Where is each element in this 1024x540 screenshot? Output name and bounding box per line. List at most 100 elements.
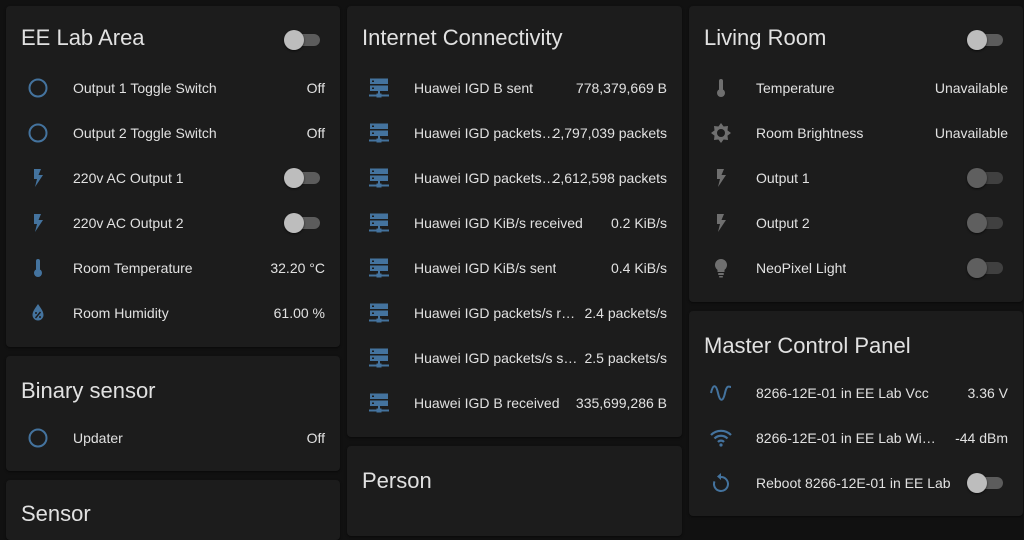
220v-ac-output-1-toggle[interactable] (284, 168, 320, 188)
entity-name: 8266-12E-01 in EE Lab WiFi Sig… (756, 430, 944, 446)
entity-row-8266-wifi-signal[interactable]: 8266-12E-01 in EE Lab WiFi Sig… -44 dBm (689, 418, 1023, 458)
entity-row-huawei-igd-kibs-sent[interactable]: Huawei IGD KiB/s sent 0.4 KiB/s (347, 248, 682, 288)
entity-name: Room Humidity (73, 305, 169, 321)
brightness-icon (709, 121, 733, 145)
entity-state: 2.5 packets/s (584, 350, 668, 366)
server-network-icon (367, 301, 391, 325)
entity-state: 2,797,039 packets (552, 125, 667, 141)
server-network-icon (367, 121, 391, 145)
entity-name: Huawei IGD KiB/s received (414, 215, 583, 231)
entity-row-output-1: Output 1 (689, 158, 1023, 198)
entity-row-output-1-toggle-switch[interactable]: Output 1 Toggle Switch Off (6, 68, 340, 108)
entity-name: Updater (73, 430, 123, 446)
entity-name: 8266-12E-01 in EE Lab Vcc (756, 385, 929, 401)
entity-name: Huawei IGD packets/s sent (414, 350, 582, 366)
card-living-room: Living Room Temperature Unavailable Room… (689, 6, 1023, 302)
220v-ac-output-2-toggle[interactable] (284, 213, 320, 233)
entity-name: Huawei IGD packets r… (414, 125, 559, 141)
entity-row-room-temperature[interactable]: Room Temperature 32.20 °C (6, 248, 340, 288)
entity-state: 61.00 % (273, 305, 325, 321)
entity-state: Off (306, 80, 325, 96)
card-internet-connectivity: Internet Connectivity Huawei IGD B sent … (347, 6, 682, 437)
entity-row-220v-ac-output-1: 220v AC Output 1 (6, 158, 340, 198)
entity-state: 0.2 KiB/s (610, 215, 667, 231)
card-person: Person (347, 446, 682, 536)
entity-name: Output 2 Toggle Switch (73, 125, 217, 141)
server-network-icon (367, 211, 391, 235)
entity-name: NeoPixel Light (756, 260, 847, 276)
entity-row-reboot-8266: Reboot 8266-12E-01 in EE Lab (689, 463, 1023, 503)
thermometer-icon (709, 76, 733, 100)
entity-name: Reboot 8266-12E-01 in EE Lab (756, 475, 951, 491)
sine-wave-icon (709, 381, 733, 405)
entity-name: Temperature (756, 80, 835, 96)
entity-state: Off (306, 430, 325, 446)
circle-outline-icon (26, 426, 50, 450)
server-network-icon (367, 256, 391, 280)
entity-name: 220v AC Output 1 (73, 170, 184, 186)
entity-state: 2,612,598 packets (552, 170, 667, 186)
water-percent-icon (26, 301, 50, 325)
server-network-icon (367, 346, 391, 370)
card-title: Master Control Panel (704, 333, 911, 358)
ee-lab-area-master-toggle[interactable] (284, 30, 320, 50)
entity-state: 778,379,669 B (575, 80, 667, 96)
entity-row-huawei-igd-b-received[interactable]: Huawei IGD B received 335,699,286 B (347, 383, 682, 423)
entity-row-room-humidity[interactable]: Room Humidity 61.00 % (6, 293, 340, 333)
card-title: Sensor (21, 501, 91, 526)
output-1-toggle[interactable] (967, 168, 1003, 188)
server-network-icon (367, 166, 391, 190)
entity-name: 220v AC Output 2 (73, 215, 184, 231)
output-2-toggle[interactable] (967, 213, 1003, 233)
server-network-icon (367, 391, 391, 415)
entity-row-temperature[interactable]: Temperature Unavailable (689, 68, 1023, 108)
entity-state: 3.36 V (967, 385, 1008, 401)
wifi-icon (709, 426, 733, 450)
entity-name: Output 1 Toggle Switch (73, 80, 217, 96)
entity-name: Huawei IGD B received (414, 395, 560, 411)
entity-row-room-brightness[interactable]: Room Brightness Unavailable (689, 113, 1023, 153)
circle-outline-icon (26, 76, 50, 100)
entity-state: 2.4 packets/s (584, 305, 668, 321)
card-title: Person (362, 468, 432, 493)
entity-row-neopixel-light: NeoPixel Light (689, 248, 1023, 288)
entity-row-huawei-igd-packets-per-s-sent[interactable]: Huawei IGD packets/s sent 2.5 packets/s (347, 338, 682, 378)
entity-name: Huawei IGD packets/s rec… (414, 305, 582, 321)
entity-row-output-2-toggle-switch[interactable]: Output 2 Toggle Switch Off (6, 113, 340, 153)
entity-row-220v-ac-output-2: 220v AC Output 2 (6, 203, 340, 243)
reboot-8266-toggle[interactable] (967, 473, 1003, 493)
entity-row-huawei-igd-packets-per-s-received[interactable]: Huawei IGD packets/s rec… 2.4 packets/s (347, 293, 682, 333)
entity-state: 335,699,286 B (575, 395, 667, 411)
flash-icon (709, 166, 733, 190)
entity-row-huawei-igd-b-sent[interactable]: Huawei IGD B sent 778,379,669 B (347, 68, 682, 108)
entity-state: Unavailable (934, 80, 1008, 96)
entity-row-huawei-igd-packets-sent[interactable]: Huawei IGD packets s… 2,612,598 packets (347, 158, 682, 198)
living-room-master-toggle[interactable] (967, 30, 1003, 50)
server-network-icon (367, 76, 391, 100)
flash-icon (26, 211, 50, 235)
entity-row-8266-vcc[interactable]: 8266-12E-01 in EE Lab Vcc 3.36 V (689, 373, 1023, 413)
entity-name: Room Temperature (73, 260, 193, 276)
flash-icon (709, 211, 733, 235)
entity-name: Output 2 (756, 215, 810, 231)
entity-state: 32.20 °C (270, 260, 325, 276)
card-sensor: Sensor (6, 480, 340, 540)
entity-row-huawei-igd-kibs-received[interactable]: Huawei IGD KiB/s received 0.2 KiB/s (347, 203, 682, 243)
card-title: EE Lab Area (21, 25, 145, 50)
restart-icon (709, 471, 733, 495)
entity-row-updater[interactable]: Updater Off (6, 418, 340, 458)
card-title: Binary sensor (21, 378, 156, 403)
entity-name: Huawei IGD KiB/s sent (414, 260, 557, 276)
entity-name: Huawei IGD packets s… (414, 170, 559, 186)
entity-name: Huawei IGD B sent (414, 80, 534, 96)
lightbulb-icon (709, 256, 733, 280)
entity-state: Unavailable (934, 125, 1008, 141)
entity-name: Room Brightness (756, 125, 864, 141)
entity-row-output-2: Output 2 (689, 203, 1023, 243)
entity-row-huawei-igd-packets-received[interactable]: Huawei IGD packets r… 2,797,039 packets (347, 113, 682, 153)
thermometer-icon (26, 256, 50, 280)
card-title: Internet Connectivity (362, 25, 563, 50)
flash-icon (26, 166, 50, 190)
card-master-control-panel: Master Control Panel 8266-12E-01 in EE L… (689, 311, 1023, 516)
neopixel-light-toggle[interactable] (967, 258, 1003, 278)
